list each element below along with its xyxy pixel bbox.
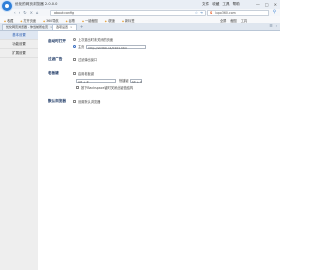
default-browser-checkbox[interactable]: [73, 100, 76, 103]
search-icon[interactable]: ⚲: [273, 10, 276, 15]
tab-controls: ☰ ›: [269, 24, 277, 28]
tab-settings[interactable]: 选项设置 ×: [52, 24, 77, 30]
menu-help[interactable]: 帮助: [233, 2, 240, 7]
bosskey-key-row: Alt + Z 快捷键 Alt + X: [76, 78, 142, 84]
new-tab-icon[interactable]: +: [80, 24, 83, 29]
stop-icon[interactable]: ×: [30, 10, 33, 15]
bookmark-item[interactable]: 一键截图: [82, 18, 98, 23]
startup-restore-label: 上次退出时未关闭的页面: [78, 38, 114, 42]
tab-label: 选项设置: [56, 25, 69, 29]
adblock-option[interactable]: 过滤弹出窗口: [73, 57, 97, 62]
settings-sidebar: 基本设置 功能设置 扩展设置: [0, 31, 39, 270]
refresh-icon[interactable]: ↻: [23, 10, 26, 15]
tab-scroll-icon[interactable]: ›: [276, 24, 277, 28]
back-icon[interactable]: ‹: [14, 10, 16, 15]
bookmark-item[interactable]: i提速: [105, 18, 115, 23]
bookmark-item[interactable]: 新标签: [122, 18, 135, 23]
bosskey-hint-checkbox[interactable]: [76, 86, 79, 89]
tab-home[interactable]: 优化网页浏览器 - 你当前所在页×: [2, 24, 57, 30]
sidebar-item-basic[interactable]: 基本设置: [0, 31, 38, 40]
startup-option-homepage[interactable]: 主页 http://sh360.n1/0101.htm: [73, 44, 147, 50]
toolbar-right: 全屏 截图 工具: [220, 18, 247, 23]
go-icon[interactable]: ➜: [200, 11, 203, 15]
homepage-input[interactable]: http://sh360.n1/0101.htm: [86, 44, 147, 50]
bookmark-list: 收藏 打开页面 360导航 谷歌 一键截图 i提速 新标签: [4, 18, 135, 23]
tab-label: 优化网页浏览器 - 你当前所在页: [6, 25, 48, 29]
tools-button[interactable]: 工具: [241, 18, 247, 23]
favorite-icon[interactable]: ☆: [195, 11, 198, 15]
window-controls: — □ ✕: [256, 2, 277, 7]
menu-favorites[interactable]: 收藏: [212, 2, 219, 7]
startup-restore-radio[interactable]: [73, 38, 76, 41]
settings-panel: 启动时打开 上次退出时未关闭的页面 主页 http://sh360.n1/010…: [38, 31, 280, 270]
bookmark-item[interactable]: 收藏: [4, 18, 13, 23]
bosskey-shortcut-select[interactable]: Alt + X: [129, 78, 142, 84]
startup-homepage-radio[interactable]: [73, 45, 76, 48]
screenshot-button[interactable]: 截图: [230, 18, 236, 23]
tab-list-icon[interactable]: ☰: [269, 24, 272, 28]
home-icon[interactable]: ⌂: [36, 10, 39, 15]
adblock-option-label: 过滤弹出窗口: [78, 58, 98, 62]
browser-logo-icon: [2, 1, 12, 11]
default-browser-label: 默认浏览器: [48, 99, 66, 103]
menu-tools[interactable]: 工具: [222, 2, 229, 7]
startup-option-restore[interactable]: 上次退出时未关闭的页面: [73, 37, 113, 42]
menu-file[interactable]: 文件: [202, 2, 209, 7]
bosskey-key-input[interactable]: Alt + Z: [76, 78, 116, 84]
fullscreen-button[interactable]: 全屏: [220, 18, 226, 23]
search-text: lupo360.com: [215, 11, 236, 15]
bookmark-item[interactable]: 360导航: [43, 18, 58, 23]
nav-buttons: ‹ › ↻ × ⌂: [14, 10, 38, 15]
bosskey-shortcut-label: 快捷键: [119, 79, 129, 83]
close-icon[interactable]: ✕: [274, 2, 277, 7]
tab-strip: 优化网页浏览器 - 你当前所在页× 选项设置× + ☰ ›: [0, 23, 280, 31]
bosskey-enable-label: 启用老板键: [78, 72, 94, 76]
bosskey-enable-option[interactable]: 启用老板键: [73, 71, 94, 76]
maximize-icon[interactable]: □: [265, 2, 269, 7]
window-title: 优化的网页浏览器 2.0.0.0: [15, 2, 58, 6]
sidebar-item-extensions[interactable]: 扩展设置: [0, 49, 38, 58]
tab-close-icon[interactable]: ×: [70, 25, 73, 29]
browser-window: 优化的网页浏览器 2.0.0.0 文件 收藏 工具 帮助 — □ ✕ ‹ › ↻…: [0, 0, 280, 270]
default-browser-option-label: 设置默认浏览器: [78, 100, 101, 104]
startup-label: 启动时打开: [48, 39, 66, 43]
url-tools: ☆ ➜: [195, 11, 203, 15]
bookmark-item[interactable]: 打开页面: [20, 18, 36, 23]
url-text: about:config: [54, 11, 75, 15]
adblock-checkbox[interactable]: [73, 58, 76, 61]
bookmark-item[interactable]: 谷歌: [66, 18, 75, 23]
menu-bar: 文件 收藏 工具 帮助: [202, 2, 240, 7]
default-browser-option[interactable]: 设置默认浏览器: [73, 99, 100, 104]
forward-icon[interactable]: ›: [19, 10, 21, 15]
search-engine-icon[interactable]: S: [210, 11, 212, 15]
adblock-label: 过滤广告: [48, 57, 63, 61]
bosskey-label: 老板键: [48, 71, 59, 75]
bosskey-hint-label: 按下Backspace键时关闭此键值结构: [81, 86, 134, 90]
sidebar-item-features[interactable]: 功能设置: [0, 40, 38, 49]
bosskey-hint-option[interactable]: 按下Backspace键时关闭此键值结构: [76, 85, 133, 90]
startup-homepage-label: 主页: [78, 45, 85, 49]
minimize-icon[interactable]: —: [256, 2, 260, 7]
bosskey-checkbox[interactable]: [73, 72, 76, 75]
